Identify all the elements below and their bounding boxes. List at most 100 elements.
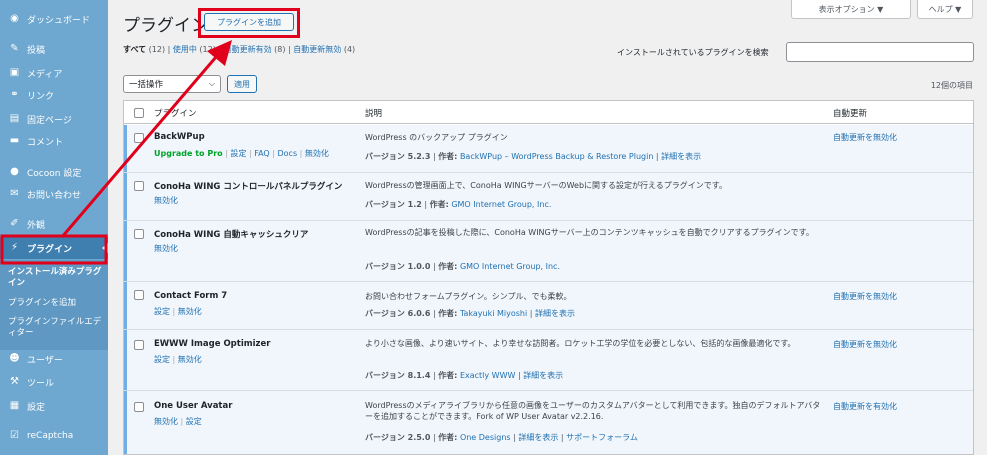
plugin-version: バージョン 2.5.0 [365,433,431,442]
menu-pages[interactable]: ▤ 固定ページ [0,108,108,130]
menu-links[interactable]: ⚭ リンク [0,84,108,106]
apply-button[interactable]: 適用 [227,75,257,93]
auto-update-toggle[interactable]: 自動更新を無効化 [833,291,897,302]
menu-posts[interactable]: ✎ 投稿 [0,38,108,60]
details-link[interactable]: 詳細を表示 [661,152,701,161]
plugin-description: WordPressの記事を投稿した際に、ConoHa WINGサーバー上のコンテ… [365,228,814,237]
row-actions: 設定 | 無効化 [154,307,202,316]
menu-label: 外観 [27,220,46,231]
docs-link[interactable]: Docs [277,149,297,158]
author-link[interactable]: GMO Internet Group, Inc. [451,200,551,209]
comment-icon: ▬ [9,135,20,146]
plugin-version: バージョン 6.0.6 [365,309,431,318]
deactivate-link[interactable]: 無効化 [154,417,178,426]
submenu-add-plugin[interactable]: プラグインを追加 [8,298,106,309]
auto-update-toggle[interactable]: 自動更新を無効化 [833,132,897,143]
menu-tools[interactable]: ⚒ ツール [0,371,108,393]
menu-settings[interactable]: ▦ 設定 [0,395,108,417]
author-link[interactable]: One Designs [460,433,511,442]
plugin-name: ConoHa WING コントロールパネルプラグイン [154,182,343,192]
page-icon: ▤ [9,113,20,124]
menu-label: コメント [27,137,64,148]
filter-auto-off[interactable]: 自動更新無効 [293,45,341,54]
row-checkbox[interactable] [134,290,144,300]
row-actions: Upgrade to Pro | 設定 | FAQ | Docs | 無効化 [154,149,329,158]
menu-cocoon[interactable]: ● Cocoon 設定 [0,161,108,183]
column-description: 説明 [365,109,383,119]
screen-options-button[interactable]: 表示オプション ▼ [791,0,911,19]
settings-link[interactable]: 設定 [230,149,246,158]
submenu-plugin-editor[interactable]: プラグインファイルエディター [8,317,106,339]
settings-link[interactable]: 設定 [154,307,170,316]
menu-appearance[interactable]: ✐ 外観 [0,213,108,235]
pin-icon: ✎ [10,43,19,54]
settings-link[interactable]: 設定 [186,417,202,426]
menu-label: ユーザー [27,355,63,366]
row-checkbox[interactable] [134,229,144,239]
deactivate-link[interactable]: 無効化 [178,355,202,364]
author-link[interactable]: BackWPup – WordPress Backup & Restore Pl… [460,152,653,161]
menu-label: メディア [27,69,63,80]
deactivate-link[interactable]: 無効化 [154,196,178,205]
deactivate-link[interactable]: 無効化 [305,149,329,158]
faq-link[interactable]: FAQ [254,149,270,158]
row-checkbox[interactable] [134,402,144,412]
deactivate-link[interactable]: 無効化 [178,307,202,316]
author-link[interactable]: Takayuki Miyoshi [460,309,527,318]
plugin-meta: バージョン 8.1.4 | 作者: Exactly WWW | 詳細を表示 [365,371,564,380]
chevron-down-icon: ⌵ [208,79,215,88]
filter-all[interactable]: すべて [123,45,146,54]
menu-label: ツール [27,378,55,389]
menu-comments[interactable]: ▬ コメント [0,130,108,152]
cocoon-icon: ● [10,166,19,177]
settings-link[interactable]: 設定 [154,355,170,364]
row-checkbox[interactable] [134,133,144,143]
details-link[interactable]: 詳細を表示 [535,309,575,318]
table-row: Contact Form 7 設定 | 無効化 お問い合わせフォームプラグイン。… [124,282,973,330]
row-checkbox[interactable] [134,340,144,350]
details-link[interactable]: 詳細を表示 [523,371,563,380]
upgrade-link[interactable]: Upgrade to Pro [154,149,223,158]
author-label: 作者: [438,262,458,271]
wrench-icon: ⚒ [10,376,19,387]
menu-label: リンク [27,91,55,102]
select-all-checkbox[interactable] [134,108,144,118]
filter-active[interactable]: 使用中 [173,45,197,54]
plugin-meta: バージョン 2.5.0 | 作者: One Designs | 詳細を表示 | … [365,433,638,442]
menu-dashboard[interactable]: ◉ ダッシュボード [0,8,108,30]
page-title: プラグイン [123,16,208,36]
filter-auto-on[interactable]: 自動更新有効 [224,45,272,54]
menu-label: 設定 [27,402,46,413]
menu-label: ダッシュボード [27,15,91,26]
menu-label: プラグイン [27,244,73,255]
table-row: BackWPup Upgrade to Pro | 設定 | FAQ | Doc… [124,125,973,173]
deactivate-link[interactable]: 無効化 [154,244,178,253]
bulk-action-select[interactable]: 一括操作 ⌵ [123,75,221,93]
details-link[interactable]: 詳細を表示 [518,433,558,442]
menu-contact[interactable]: ✉ お問い合わせ [0,183,108,205]
menu-label: 投稿 [27,45,46,56]
brush-icon: ✐ [10,218,19,229]
menu-plugins[interactable]: ⚡ プラグイン [0,237,108,259]
menu-users[interactable]: ☻ ユーザー [0,348,108,370]
menu-label: Cocoon 設定 [27,168,82,179]
items-count: 12個の項目 [930,81,973,90]
plugin-search-input[interactable] [786,42,974,62]
filter-auto-off-count: (4) [343,45,356,54]
menu-media[interactable]: ▣ メディア [0,62,108,84]
row-checkbox[interactable] [134,181,144,191]
submenu-installed-plugins[interactable]: インストール済みプラグイン [8,267,106,289]
auto-update-toggle[interactable]: 自動更新を無効化 [833,339,897,350]
auto-update-toggle[interactable]: 自動更新を有効化 [833,401,897,412]
help-button[interactable]: ヘルプ ▼ [917,0,973,19]
author-link[interactable]: Exactly WWW [460,371,515,380]
author-label: 作者: [438,371,458,380]
support-forum-link[interactable]: サポートフォーラム [566,433,638,442]
plugin-version: バージョン 1.2 [365,200,422,209]
table-row: EWWW Image Optimizer 設定 | 無効化 より小さな画像、より… [124,330,973,391]
dashboard-icon: ◉ [10,13,19,24]
media-icon: ▣ [9,67,20,78]
author-link[interactable]: GMO Internet Group, Inc. [460,262,560,271]
menu-recaptcha[interactable]: ☑ reCaptcha [0,425,108,447]
author-label: 作者: [429,200,449,209]
